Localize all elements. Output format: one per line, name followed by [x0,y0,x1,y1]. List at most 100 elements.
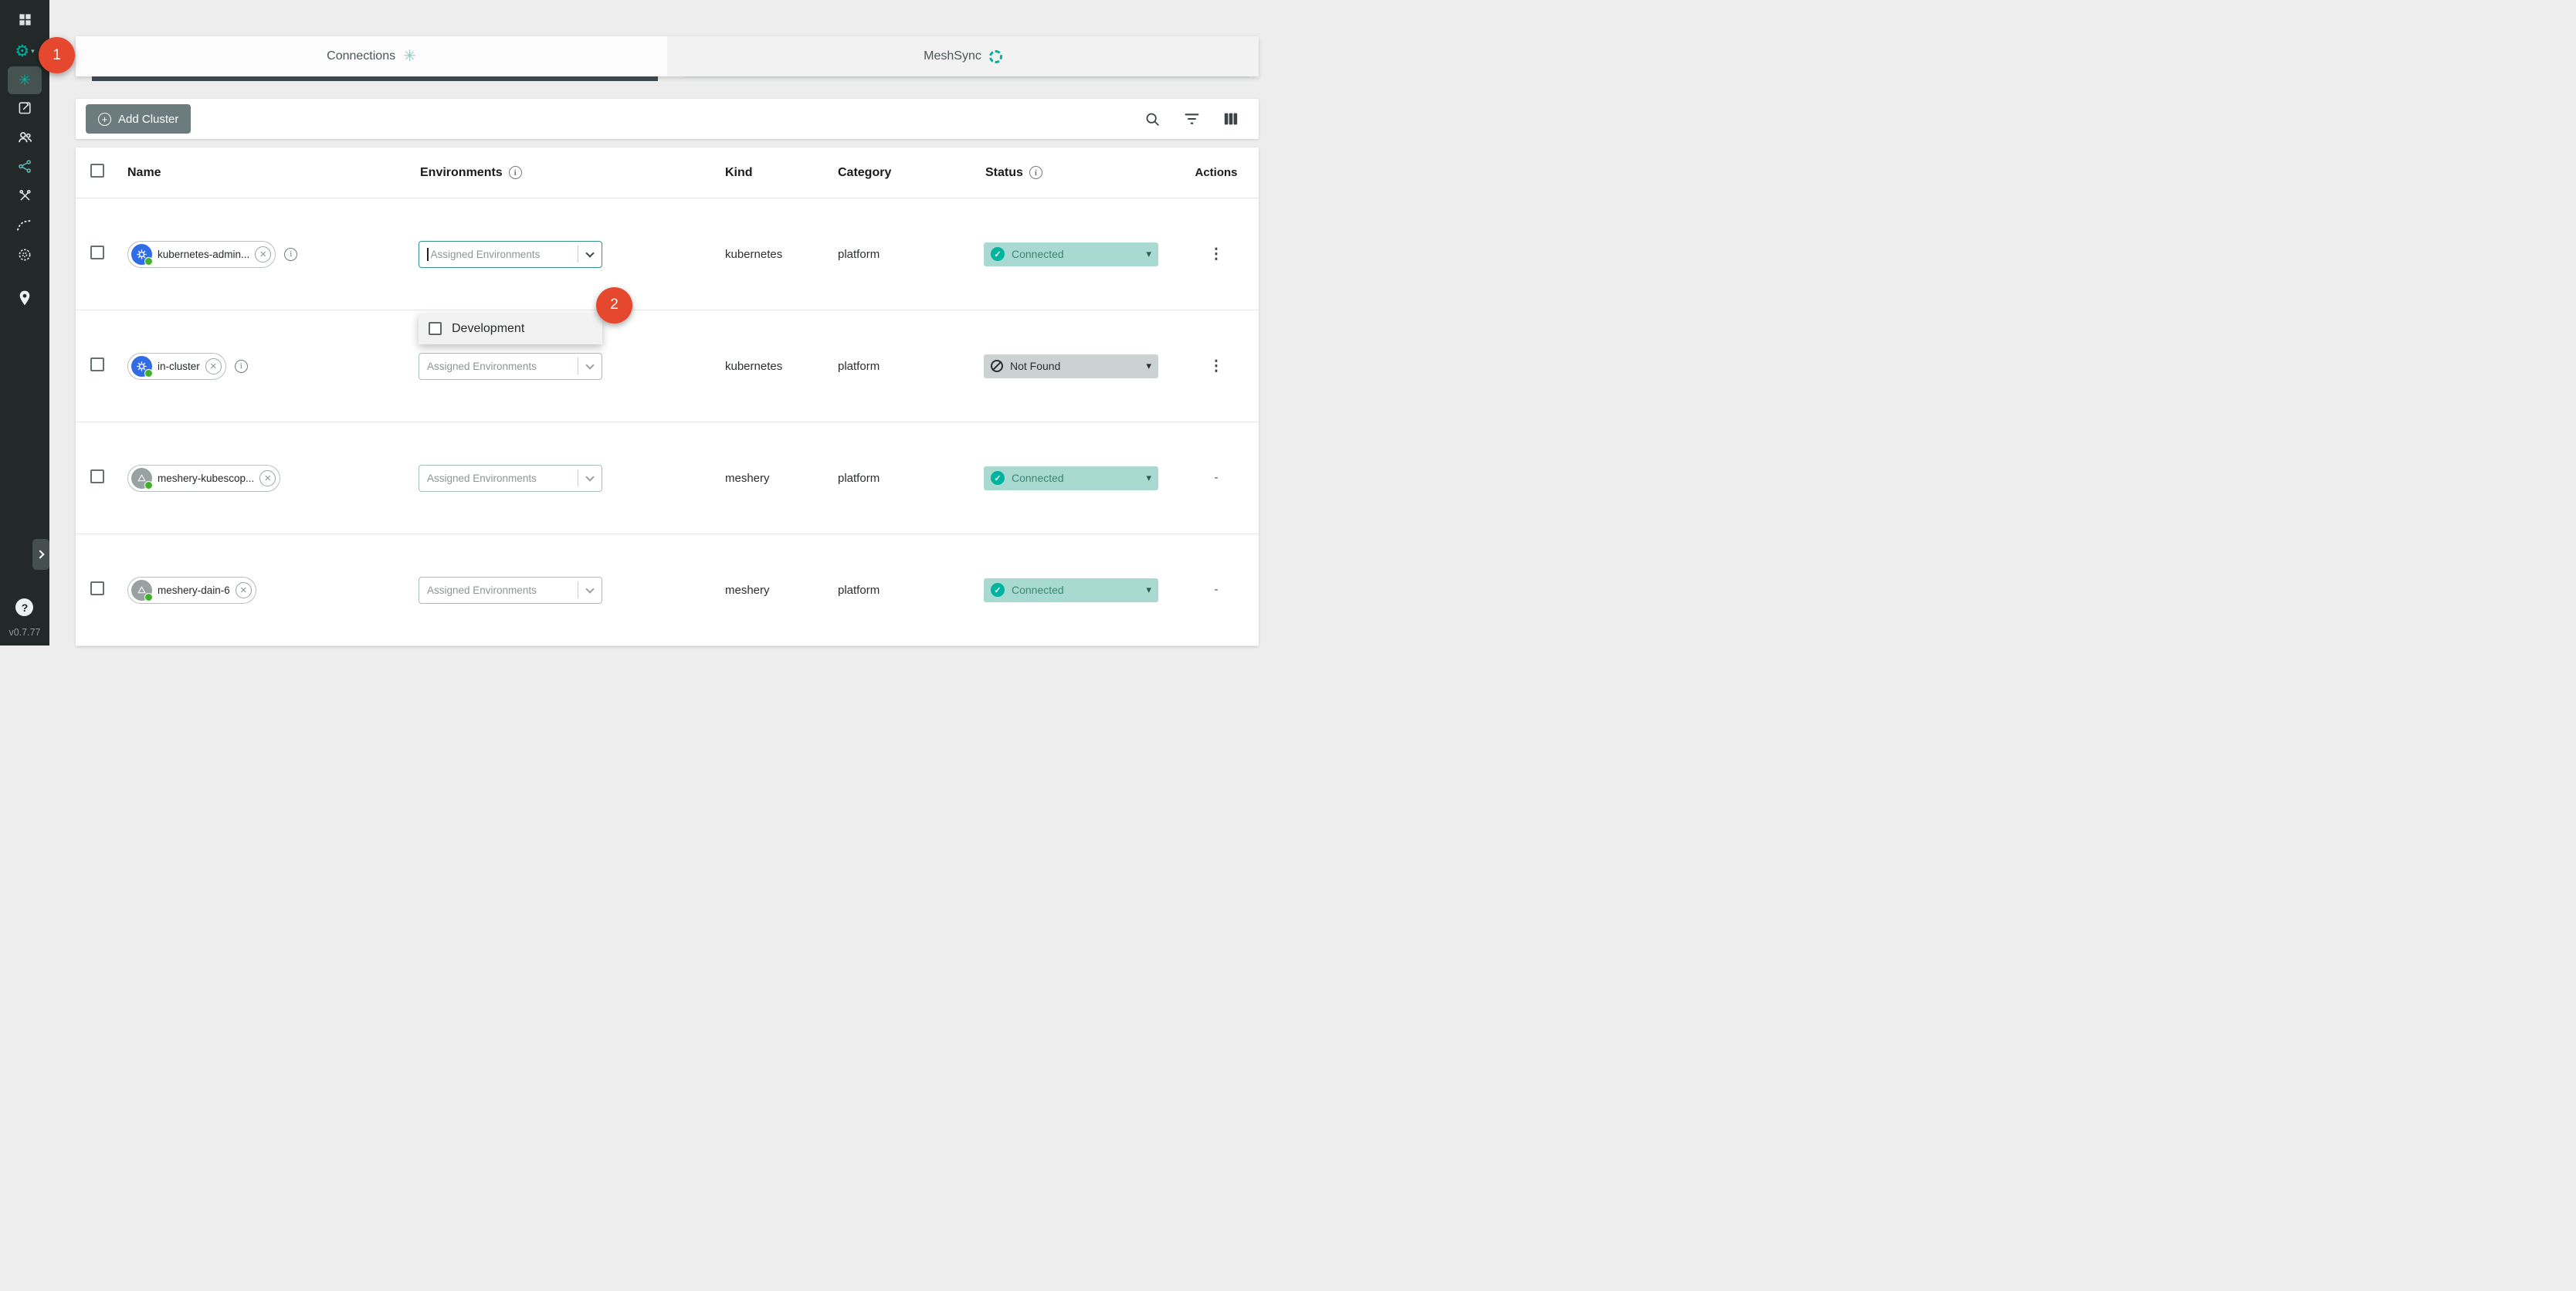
dashed-circle-icon [17,247,32,266]
close-icon[interactable] [205,358,222,374]
status-label: Connected [1012,584,1064,596]
row-actions-menu-button[interactable]: ⋮ [1209,246,1224,263]
select-caret-button[interactable] [578,588,602,592]
environments-dropdown-menu: Development [419,313,602,344]
category-value: platform [836,584,984,597]
option-label: Development [452,322,524,336]
sidebar-item-location[interactable] [8,286,42,313]
table-header-row: Name Environments Kind Category Status A… [76,147,1259,198]
sidebar-item-dashboard[interactable] [8,8,42,36]
environment-option-development[interactable]: Development [419,313,602,344]
sidebar-item-performance[interactable] [8,213,42,241]
select-caret-button[interactable] [578,252,602,256]
option-checkbox[interactable] [429,322,442,335]
users-icon [17,129,33,149]
sidebar-item-configuration[interactable] [8,96,42,124]
sidebar-expand-button[interactable] [32,539,49,570]
add-cluster-button[interactable]: Add Cluster [86,104,191,134]
gear-icon: ⚙▾ [15,43,34,59]
meshsync-spinner-icon [989,50,1002,63]
chevron-down-icon [585,361,594,369]
help-button[interactable] [15,598,33,616]
location-pin-icon [19,290,31,310]
check-circle-icon [991,583,1005,597]
row-checkbox[interactable] [90,581,104,595]
row-actions-none: - [1215,583,1219,596]
meshsync-tab-label: MeshSync [924,49,981,63]
app-version: v0.7.77 [8,627,40,638]
connection-info-icon[interactable] [235,360,248,373]
kubernetes-avatar [131,356,152,377]
status-label: Connected [1012,472,1064,484]
connection-info-icon[interactable] [284,248,297,261]
environments-select[interactable]: Assigned Environments [419,353,602,380]
status-select[interactable]: Connected [984,466,1158,490]
status-info-icon[interactable] [1029,166,1042,179]
connections-asterisk-icon: ✳ [19,73,31,88]
close-icon[interactable] [259,470,276,486]
environments-placeholder: Assigned Environments [427,361,537,372]
kind-value: kubernetes [724,360,836,373]
annotation-step-1-badge: 1 [39,37,75,73]
status-select[interactable]: Connected [984,578,1158,602]
select-all-checkbox[interactable] [90,164,104,178]
table-row: kubernetes-admin... Assigned Environment… [76,198,1259,310]
close-icon[interactable] [236,582,252,598]
row-checkbox[interactable] [90,246,104,259]
sidebar-item-extensions[interactable] [8,242,42,270]
status-select[interactable]: Not Found [984,354,1158,378]
table-row: meshery-kubescop... Assigned Environment… [76,422,1259,534]
column-header-status: Status [985,166,1023,180]
status-label: Not Found [1010,360,1060,372]
view-columns-icon[interactable] [1223,112,1239,126]
tab-connections[interactable]: Connections ✳ [76,36,667,76]
kind-value: meshery [724,472,836,485]
check-circle-icon [991,471,1005,485]
connection-name: kubernetes-admin... [158,249,249,260]
sidebar-item-service-mesh[interactable] [8,154,42,182]
connection-name-chip[interactable]: kubernetes-admin... [127,241,276,268]
chevron-down-icon: ▾ [31,47,35,56]
plus-circle-icon [98,113,111,126]
sidebar-item-lifecycle[interactable] [8,125,42,153]
connection-name: meshery-kubescop... [158,473,254,484]
search-icon[interactable] [1144,111,1161,127]
chevron-down-icon [585,585,594,593]
category-value: platform [836,360,984,373]
environments-select[interactable]: Assigned Environments [419,577,602,604]
sidebar-item-toolbox[interactable] [8,184,42,212]
edit-square-icon [18,100,32,119]
row-actions-menu-button[interactable]: ⋮ [1209,358,1224,374]
row-checkbox[interactable] [90,357,104,371]
tools-icon [18,188,32,207]
caret-down-icon [1146,584,1151,596]
connection-name-chip[interactable]: in-cluster [127,353,226,380]
row-checkbox[interactable] [90,469,104,483]
filter-icon[interactable] [1184,113,1200,125]
caret-down-icon [1146,360,1151,372]
environments-select[interactable]: Assigned Environments [419,241,602,268]
sidebar-item-settings[interactable]: ⚙▾ [8,37,42,65]
dashboard-grid-icon [18,12,32,31]
select-caret-button[interactable] [578,476,602,480]
connection-name: in-cluster [158,361,200,372]
environments-info-icon[interactable] [509,166,522,179]
meshery-avatar [131,468,152,489]
select-caret-button[interactable] [578,364,602,368]
table-row: meshery-dain-6 Assigned Environments mes… [76,534,1259,646]
tab-meshsync[interactable]: MeshSync [667,36,1259,76]
annotation-step-2-badge: 2 [596,287,632,324]
caret-down-icon [1146,248,1151,260]
status-select[interactable]: Connected [984,242,1158,266]
active-tab-indicator [92,76,658,81]
tab-bar: Connections ✳ MeshSync [76,36,1259,76]
curve-icon [16,219,33,236]
add-cluster-label: Add Cluster [118,113,178,126]
network-share-icon [18,159,32,178]
sidebar-item-connections[interactable]: ✳ [8,66,42,94]
environments-select[interactable]: Assigned Environments [419,465,602,492]
close-icon[interactable] [255,246,271,263]
connection-name-chip[interactable]: meshery-dain-6 [127,577,256,604]
kubernetes-avatar [131,244,152,265]
connection-name-chip[interactable]: meshery-kubescop... [127,465,280,492]
